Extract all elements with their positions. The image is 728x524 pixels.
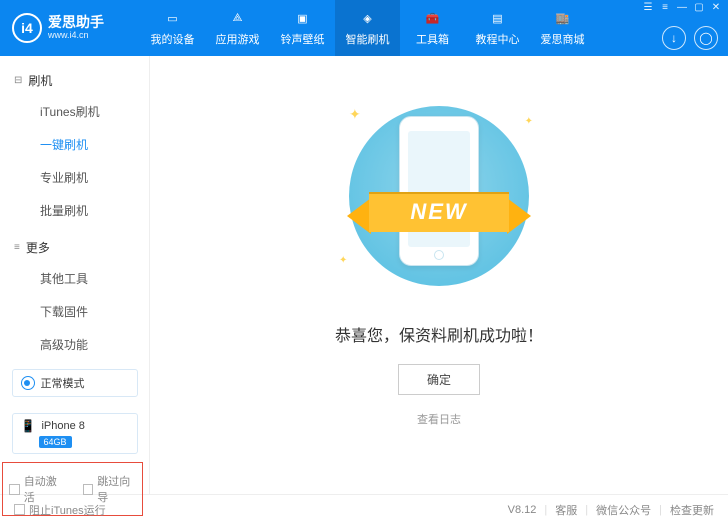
content: ✦ ✦ ✦ NEW 恭喜您，保资料刷机成功啦！ 确定 查看日志 — [150, 56, 728, 494]
collapse-icon: ≡ — [14, 242, 20, 253]
sidebar-section-more[interactable]: ≡ 更多 — [0, 233, 149, 262]
sidebar: ⊟ 刷机 iTunes刷机 一键刷机 专业刷机 批量刷机 ≡ 更多 其他工具 下… — [0, 56, 150, 494]
sidebar-section-flash[interactable]: ⊟ 刷机 — [0, 66, 149, 95]
store-icon: 🏬 — [554, 9, 572, 27]
device-icon: ▭ — [164, 9, 182, 27]
nav-ringtones[interactable]: ▣铃声壁纸 — [270, 0, 335, 56]
logo-icon: i4 — [12, 13, 42, 43]
nav-tools[interactable]: 🧰工具箱 — [400, 0, 465, 56]
download-button[interactable]: ↓ — [662, 26, 686, 50]
nav-tabs: ▭我的设备 ⟁应用游戏 ▣铃声壁纸 ◈智能刷机 🧰工具箱 ▤教程中心 🏬爱思商城 — [140, 0, 595, 56]
sidebar-item-itunes-flash[interactable]: iTunes刷机 — [0, 95, 149, 128]
view-log-link[interactable]: 查看日志 — [417, 411, 461, 427]
confirm-button[interactable]: 确定 — [398, 364, 480, 395]
mode-dot-icon — [21, 376, 35, 390]
logo[interactable]: i4 爱思助手 www.i4.cn — [12, 13, 140, 43]
nav-flash[interactable]: ◈智能刷机 — [335, 0, 400, 56]
ringtone-icon: ▣ — [294, 9, 312, 27]
window-controls: ☰ ≡ — ▢ ✕ — [640, 2, 724, 13]
phone-icon: 📱 — [21, 419, 36, 433]
sidebar-item-download-firmware[interactable]: 下载固件 — [0, 295, 149, 328]
device-name: iPhone 8 — [41, 420, 84, 432]
app-url: www.i4.cn — [48, 31, 104, 41]
checkbox-icon — [83, 484, 94, 495]
checkbox-icon — [9, 484, 20, 495]
tutorial-icon: ▤ — [489, 9, 507, 27]
sparkle-icon: ✦ — [525, 116, 533, 127]
maximize-icon[interactable]: ▢ — [691, 2, 707, 13]
nav-apps[interactable]: ⟁应用游戏 — [205, 0, 270, 56]
success-illustration: ✦ ✦ ✦ NEW — [309, 96, 569, 296]
version-label: V8.12 — [508, 504, 537, 516]
sparkle-icon: ✦ — [339, 255, 347, 266]
checkbox-block-itunes[interactable]: 阻止iTunes运行 — [14, 502, 106, 518]
sidebar-item-batch-flash[interactable]: 批量刷机 — [0, 194, 149, 227]
success-message: 恭喜您，保资料刷机成功啦！ — [335, 322, 543, 346]
nav-store[interactable]: 🏬爱思商城 — [530, 0, 595, 56]
app-name: 爱思助手 — [48, 15, 104, 30]
flash-icon: ◈ — [359, 9, 377, 27]
wechat-link[interactable]: 微信公众号 — [596, 502, 651, 518]
sidebar-item-advanced[interactable]: 高级功能 — [0, 328, 149, 361]
menu-icon[interactable]: ☰ — [640, 2, 656, 13]
sidebar-item-pro-flash[interactable]: 专业刷机 — [0, 161, 149, 194]
mode-indicator[interactable]: 正常模式 — [12, 369, 138, 397]
collapse-icon: ⊟ — [14, 75, 22, 86]
apps-icon: ⟁ — [229, 9, 247, 27]
toolbox-icon: 🧰 — [424, 9, 442, 27]
new-ribbon: NEW — [339, 186, 539, 240]
check-update-link[interactable]: 检查更新 — [670, 502, 714, 518]
storage-badge: 64GB — [39, 436, 72, 448]
checkbox-icon — [14, 504, 25, 515]
sparkle-icon: ✦ — [349, 106, 361, 123]
close-icon[interactable]: ✕ — [708, 2, 724, 13]
user-button[interactable]: ◯ — [694, 26, 718, 50]
list-icon[interactable]: ≡ — [657, 2, 673, 13]
sidebar-item-other-tools[interactable]: 其他工具 — [0, 262, 149, 295]
header: i4 爱思助手 www.i4.cn ▭我的设备 ⟁应用游戏 ▣铃声壁纸 ◈智能刷… — [0, 0, 728, 56]
device-indicator[interactable]: 📱 iPhone 8 64GB — [12, 413, 138, 454]
nav-tutorials[interactable]: ▤教程中心 — [465, 0, 530, 56]
nav-my-device[interactable]: ▭我的设备 — [140, 0, 205, 56]
header-round-buttons: ↓ ◯ — [662, 26, 718, 50]
support-link[interactable]: 客服 — [555, 502, 577, 518]
minimize-icon[interactable]: — — [674, 2, 690, 13]
sidebar-item-oneclick-flash[interactable]: 一键刷机 — [0, 128, 149, 161]
